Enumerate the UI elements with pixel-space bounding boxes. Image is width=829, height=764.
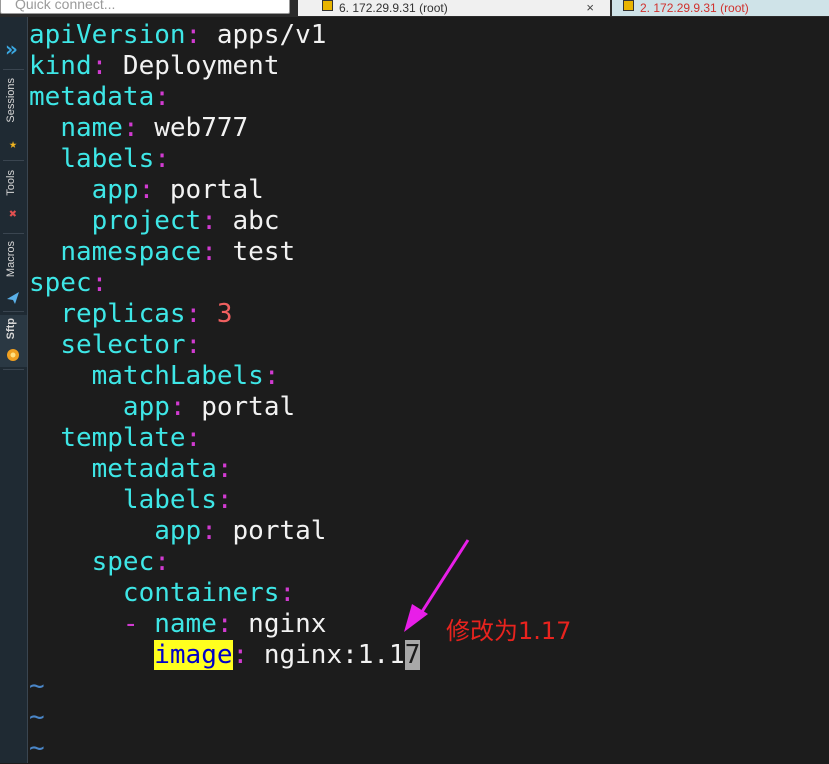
annotation-note: 修改为1.17 <box>446 617 572 645</box>
annotation-arrow-icon <box>404 539 470 632</box>
